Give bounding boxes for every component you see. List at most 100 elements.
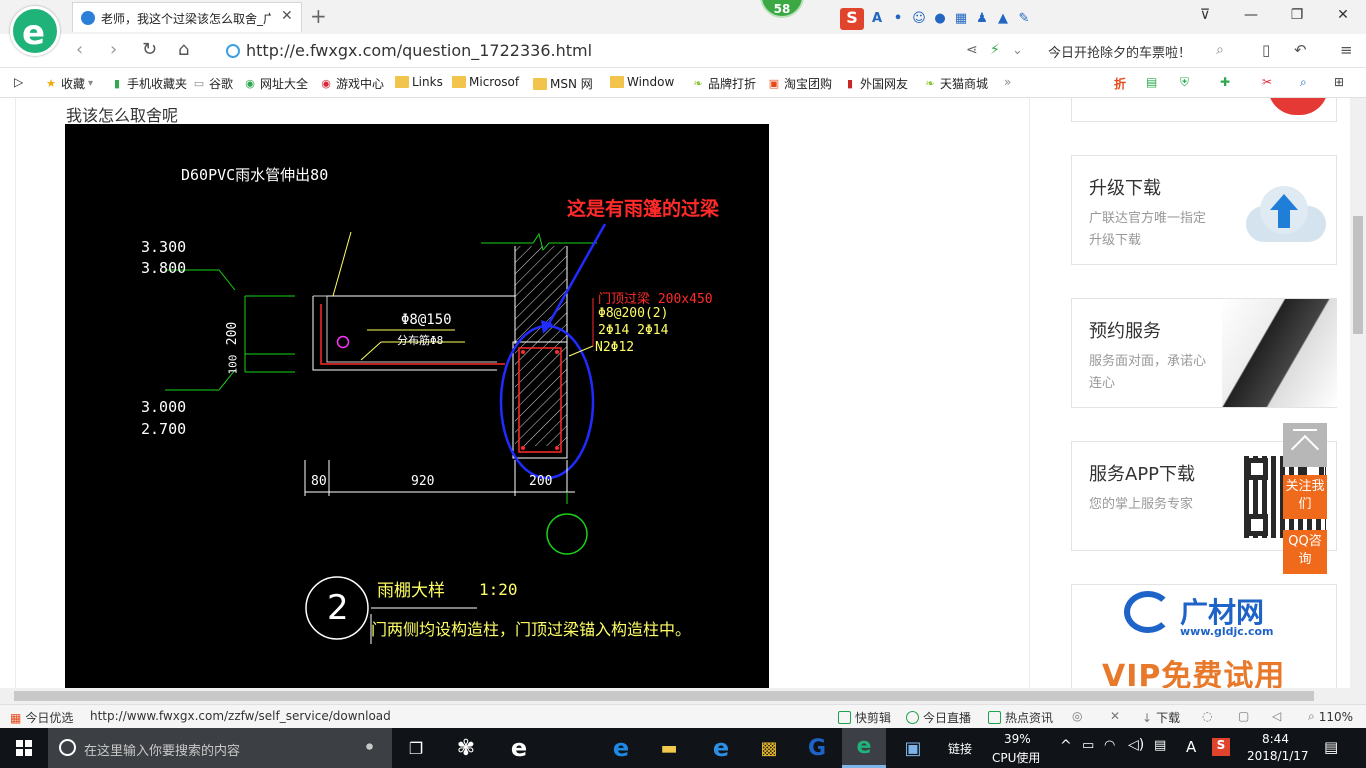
windows-start-icon[interactable] <box>0 728 48 768</box>
refresh-icon[interactable]: ↻ <box>142 39 157 60</box>
ime-emoji-icon[interactable]: ☺ <box>911 11 927 27</box>
maximize-button[interactable]: ❐ <box>1274 0 1320 30</box>
bookmark-item[interactable]: ▮ 手机收藏夹 <box>110 75 187 92</box>
microphone-icon[interactable]: ⏺ <box>366 739 373 755</box>
ime-tools-icon[interactable]: ✎ <box>1016 11 1032 27</box>
ad-gldjc[interactable]: 广材网 www.gldjc.com VIP免费试用 <box>1071 584 1337 688</box>
sidebar-toggle-icon[interactable]: ▷ <box>14 75 23 89</box>
notification-badge[interactable]: 58 <box>760 0 804 18</box>
hot-news-link[interactable]: 热点资讯 <box>988 709 1053 726</box>
bookmark-item[interactable]: ▮ 外国网友 <box>843 75 908 92</box>
bookmark-item[interactable]: ▣ 淘宝团购 <box>767 75 832 92</box>
speed-icon[interactable]: ⚡ <box>990 42 1000 58</box>
home-icon[interactable]: ⌂ <box>178 39 189 60</box>
ime-mode-icon[interactable]: A <box>869 11 885 27</box>
share-icon[interactable]: ⋖ <box>966 42 978 58</box>
ime-keyboard-icon[interactable]: ▦ <box>953 11 969 27</box>
scroll-thumb[interactable] <box>14 691 1314 701</box>
taskbar-search[interactable]: 在这里输入你要搜索的内容 ⏺ <box>48 728 392 768</box>
follow-us-button[interactable]: 关注我们 <box>1283 475 1327 519</box>
back-icon[interactable]: ‹ <box>76 39 83 60</box>
window-icon[interactable]: ▢ <box>1238 709 1249 723</box>
link-toolbar-label[interactable]: 链接 <box>948 740 972 757</box>
bookmark-item[interactable]: ❧ 品牌打折 <box>691 75 756 92</box>
ime-skin-icon[interactable]: ▲ <box>995 11 1011 27</box>
chevron-down-icon[interactable]: ⌄ <box>1012 43 1023 58</box>
shield-icon[interactable]: ⛨ <box>1180 75 1189 90</box>
ime-punct-icon[interactable]: • <box>890 11 906 27</box>
download-link[interactable]: ↓ 下载 <box>1142 709 1180 726</box>
active-browser-icon[interactable]: e <box>842 728 886 768</box>
ime-user-icon[interactable]: ♟ <box>974 11 990 27</box>
live-link[interactable]: 今日直播 <box>906 709 971 726</box>
tab-close-icon[interactable]: ✕ <box>281 8 293 24</box>
apps-icon[interactable]: ⊞ <box>1334 75 1344 89</box>
search-icon[interactable]: ⌕ <box>1216 42 1224 58</box>
qq-consult-button[interactable]: QQ咨询 <box>1283 530 1327 574</box>
bookmark-item[interactable]: Microsof <box>452 75 519 89</box>
cad-drawing-image[interactable]: D60PVC雨水管伸出80 这是有雨篷的过梁 3.300 3.800 3.000… <box>65 124 769 688</box>
address-bar[interactable]: http://e.fwxgx.com/question_1722336.html <box>222 38 922 64</box>
ime-indicator[interactable]: A <box>1186 738 1196 756</box>
bookmark-item[interactable]: Window <box>610 75 674 89</box>
bookmark-item[interactable]: ◉ 游戏中心 <box>319 75 384 92</box>
more-bookmarks-icon[interactable]: » <box>1004 75 1011 89</box>
image-viewer-icon[interactable]: ▣ <box>892 728 934 768</box>
notification-center-icon[interactable]: ▤ <box>1324 738 1338 756</box>
ime-voice-icon[interactable]: ● <box>932 11 948 27</box>
restore-tab-icon[interactable]: ⊽ <box>1182 0 1228 30</box>
url-text[interactable]: http://e.fwxgx.com/question_1722336.html <box>246 41 592 60</box>
edge-icon[interactable]: e <box>600 728 642 768</box>
mobile-icon[interactable]: ▯ <box>1262 41 1270 59</box>
task-view-icon[interactable]: ❐ <box>398 728 434 768</box>
volume-icon[interactable]: ◁) <box>1128 737 1144 753</box>
card-upgrade-download[interactable]: 升级下载 广联达官方唯一指定升级下载 <box>1071 155 1337 265</box>
forward-icon[interactable]: › <box>110 39 117 60</box>
find-icon[interactable]: ⌕ <box>1300 75 1307 90</box>
clock-time[interactable]: 8:44 <box>1262 732 1289 746</box>
partial-card-top[interactable] <box>1071 98 1337 122</box>
card-appointment[interactable]: 预约服务 服务面对面，承诺心连心 <box>1071 298 1337 408</box>
minimize-button[interactable]: — <box>1228 0 1274 30</box>
sogou-ime-icon[interactable]: S <box>840 8 864 30</box>
site-info-icon[interactable] <box>226 44 240 58</box>
history-icon[interactable]: ◌ <box>1202 709 1212 723</box>
menu-icon[interactable]: ≡ <box>1340 41 1353 59</box>
vertical-scrollbar[interactable] <box>1350 98 1366 688</box>
new-tab-button[interactable]: + <box>310 4 327 28</box>
notepad-app-icon[interactable]: ▩ <box>748 728 790 768</box>
quick-clip-link[interactable]: 快剪辑 <box>838 709 891 726</box>
clock-date[interactable]: 2018/1/17 <box>1247 749 1309 763</box>
chevron-up-icon[interactable]: ^ <box>1060 738 1072 754</box>
discount-icon[interactable]: 折 <box>1114 75 1126 92</box>
file-explorer-icon[interactable]: ▬ <box>648 728 690 768</box>
browser-tab[interactable]: 老师，我这个过梁该怎么取舍_广 ✕ <box>72 2 302 32</box>
browser-e-icon[interactable]: e <box>496 728 542 768</box>
undo-icon[interactable]: ↶ <box>1294 41 1307 59</box>
bookmark-item[interactable]: ▭ 谷歌 <box>192 75 233 92</box>
speed-icon[interactable]: ◎ <box>1072 709 1082 723</box>
promo-link[interactable]: 今日开抢除夕的车票啦！ <box>1048 42 1191 61</box>
close-button[interactable]: ✕ <box>1320 0 1366 30</box>
sogou-tray-icon[interactable]: S <box>1212 738 1230 756</box>
mute-icon[interactable]: ◁ <box>1272 709 1281 723</box>
back-to-top-button[interactable] <box>1283 423 1327 467</box>
bookmark-item[interactable]: Links <box>395 75 443 89</box>
translate-icon[interactable]: ✚ <box>1220 75 1230 89</box>
keyboard-icon[interactable]: ▤ <box>1154 738 1166 753</box>
glodon-app-icon[interactable]: G <box>796 728 838 768</box>
bookmark-item[interactable]: ★ 收藏 ▾ <box>44 75 93 92</box>
zoom-control[interactable]: ⌕ 110% <box>1308 709 1353 724</box>
clear-icon[interactable]: ✕ <box>1110 709 1120 723</box>
bookmark-item[interactable]: ❧ 天猫商城 <box>923 75 988 92</box>
cut-icon[interactable]: ✂ <box>1262 75 1272 89</box>
reader-icon[interactable]: ▤ <box>1146 75 1157 89</box>
battery-icon[interactable]: ▭ <box>1082 738 1094 753</box>
pinwheel-app-icon[interactable]: ✾ <box>446 728 486 768</box>
scroll-thumb[interactable] <box>1353 216 1363 334</box>
network-icon[interactable]: ◠ <box>1104 738 1115 753</box>
ie-icon[interactable]: e <box>700 728 742 768</box>
horizontal-scrollbar[interactable] <box>0 688 1366 704</box>
bookmark-item[interactable]: MSN 网 <box>533 75 593 92</box>
browser-logo[interactable]: e <box>10 6 60 56</box>
